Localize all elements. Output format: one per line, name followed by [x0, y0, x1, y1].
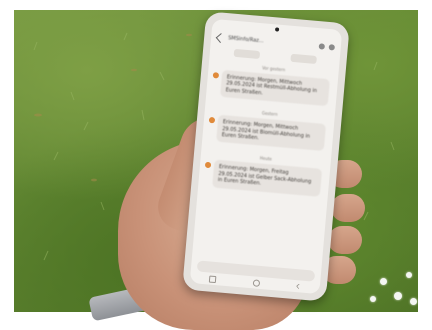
message[interactable]: Erinnerung: Morgen, Mittwoch 29.05.2024 …: [212, 69, 330, 107]
sender-avatar: [208, 117, 216, 124]
phone-screen: SMSinfo/Raz... Vor gestern Erinnerung: M…: [189, 18, 343, 295]
contact-name: SMSinfo/Raz...: [227, 35, 264, 45]
finger: [331, 194, 365, 222]
back-arrow-icon[interactable]: [215, 32, 226, 43]
message-bubble: Erinnerung: Morgen, Mittwoch 29.05.2024 …: [216, 114, 327, 152]
message[interactable]: Erinnerung: Morgen, Mittwoch 29.05.2024 …: [208, 114, 327, 152]
back-icon[interactable]: [296, 283, 302, 290]
sender-avatar: [212, 72, 220, 79]
subheader-chip[interactable]: [289, 53, 317, 64]
recent-apps-icon[interactable]: [208, 274, 217, 283]
daisy: [370, 296, 376, 302]
subheader-chip[interactable]: [233, 48, 260, 60]
call-icon[interactable]: [318, 43, 326, 50]
message-list: Vor gestern Erinnerung: Morgen, Mittwoch…: [198, 61, 338, 198]
front-camera: [274, 27, 280, 32]
daisy: [410, 298, 417, 305]
home-icon[interactable]: [252, 278, 261, 287]
more-options-icon[interactable]: [328, 44, 336, 51]
message[interactable]: Erinnerung: Morgen, Freitag 29.05.2024 i…: [204, 159, 323, 197]
finger: [328, 226, 362, 254]
daisy: [380, 278, 387, 285]
message-bubble: Erinnerung: Morgen, Freitag 29.05.2024 i…: [212, 159, 323, 197]
daisy: [406, 272, 412, 278]
smartphone: SMSinfo/Raz... Vor gestern Erinnerung: M…: [182, 11, 350, 302]
daisy: [394, 292, 402, 300]
sender-avatar: [204, 162, 212, 169]
message-bubble: Erinnerung: Morgen, Mittwoch 29.05.2024 …: [220, 69, 330, 107]
